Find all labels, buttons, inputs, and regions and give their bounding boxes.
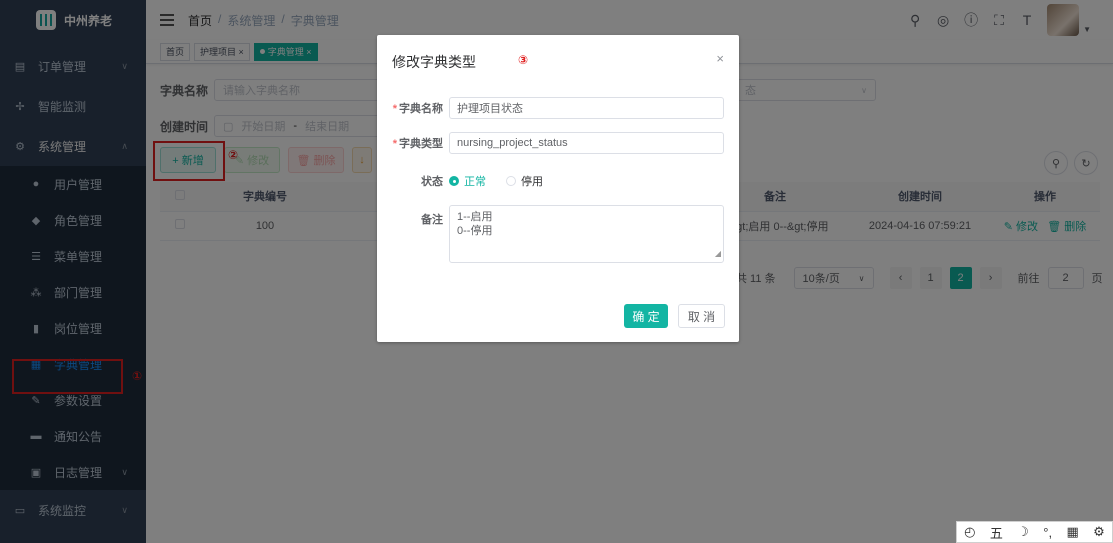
dict-name-label: * 字典名称 (377, 100, 443, 116)
dict-name-field[interactable]: 护理项目状态 (449, 97, 724, 119)
ime-logo-icon[interactable]: ◴ (964, 524, 975, 540)
remark-label: 备注 (421, 214, 443, 226)
radio-unchecked-icon (506, 176, 516, 186)
cancel-button[interactable]: 取 消 (678, 304, 725, 328)
form-row-remark: 备注 1--启用 0--停用 ◢ (377, 205, 724, 263)
dict-type-label-text: 字典类型 (399, 138, 443, 150)
remark-textarea[interactable]: 1--启用 0--停用 ◢ (449, 205, 724, 263)
remark-line: 0--停用 (457, 225, 493, 237)
status-radio-disabled[interactable]: 停用 (506, 173, 543, 189)
punctuation-icon[interactable]: °, (1043, 525, 1052, 540)
ime-toolbar: ◴ 五 ☽ °, ▦ ⚙ (956, 521, 1113, 543)
dict-type-field[interactable]: nursing_project_status (449, 132, 724, 154)
required-mark: * (392, 103, 397, 115)
required-mark: * (392, 138, 397, 150)
gear-icon[interactable]: ⚙ (1093, 524, 1105, 540)
dialog-title: 修改字典类型 (392, 54, 476, 70)
annotation-marker-3: ③ (518, 53, 529, 67)
radio-checked-icon (449, 176, 459, 186)
remark-line: 1--启用 (457, 211, 493, 223)
ime-mode-icon[interactable]: 五 (990, 523, 1003, 542)
status-radio-normal[interactable]: 正常 (449, 173, 486, 189)
form-row-status: 状态 正常 停用 (377, 173, 563, 189)
form-row-dict-type: * 字典类型 nursing_project_status (377, 132, 724, 154)
status-label: 状态 (421, 176, 443, 188)
edit-dict-type-dialog: 修改字典类型 ③ × * 字典名称 护理项目状态 * 字典类型 nursing_pr… (377, 35, 739, 342)
form-row-dict-name: * 字典名称 护理项目状态 (377, 97, 724, 119)
keyboard-icon[interactable]: ▦ (1066, 524, 1078, 540)
resize-handle-icon[interactable]: ◢ (715, 247, 721, 261)
confirm-button[interactable]: 确 定 (624, 304, 668, 328)
close-icon[interactable]: × (716, 51, 724, 66)
radio-label: 正常 (464, 176, 486, 188)
dict-type-label: * 字典类型 (377, 135, 443, 151)
radio-label: 停用 (521, 176, 543, 188)
dict-name-label-text: 字典名称 (399, 103, 443, 115)
moon-icon[interactable]: ☽ (1017, 524, 1029, 540)
